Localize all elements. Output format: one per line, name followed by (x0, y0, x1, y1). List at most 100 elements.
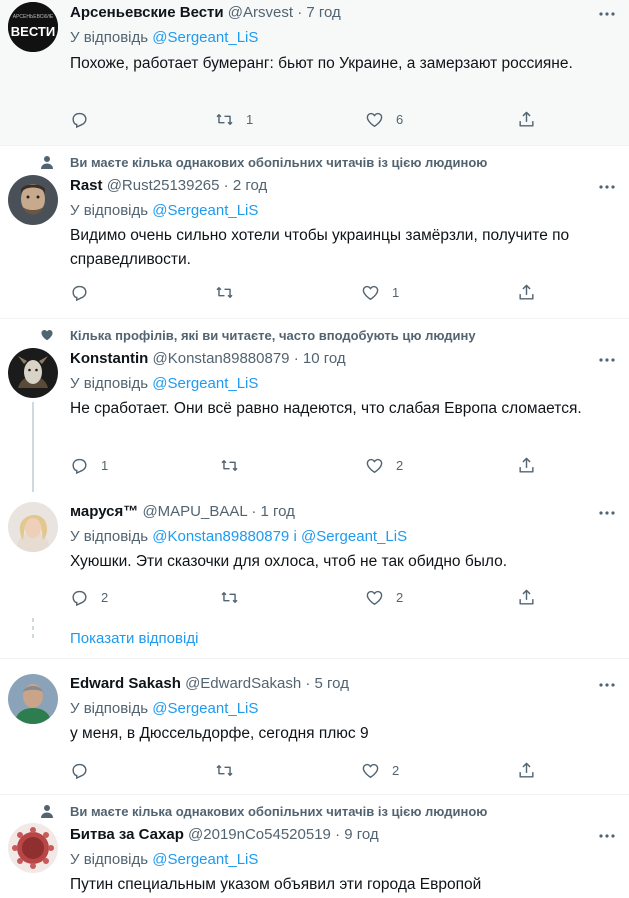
user-handle[interactable]: @MAPU_BAAL (142, 503, 247, 520)
avatar[interactable] (8, 823, 58, 873)
reply-button[interactable] (70, 281, 101, 303)
user-handle[interactable]: @2019nCo54520519 (188, 826, 331, 843)
tweet-header: Edward Sakash @EdwardSakash · 5 год (70, 674, 349, 694)
more-icon[interactable] (597, 4, 617, 24)
like-count: 1 (392, 284, 400, 300)
timestamp[interactable]: 10 год (303, 350, 346, 367)
reply-mention[interactable]: @Sergeant_LiS (152, 29, 258, 46)
tweet[interactable]: АРСЕНЬЕВСКИЕ ВЕСТИ Арсеньевские Вести @A… (0, 0, 629, 145)
avatar[interactable] (8, 348, 58, 398)
timestamp[interactable]: 7 год (306, 4, 340, 21)
avatar[interactable] (8, 502, 58, 552)
share-button[interactable] (517, 759, 536, 781)
more-icon[interactable] (597, 503, 617, 523)
avatar[interactable]: АРСЕНЬЕВСКИЕ ВЕСТИ (8, 2, 58, 52)
display-name[interactable]: Rast (70, 177, 103, 194)
display-name[interactable]: Edward Sakash (70, 675, 181, 692)
reply-button[interactable] (70, 108, 101, 130)
person-icon (41, 805, 53, 818)
share-button[interactable] (517, 586, 536, 608)
reply-prefix: У відповідь (70, 375, 149, 392)
reply-mention[interactable]: @Konstan89880879 (152, 528, 289, 545)
share-button[interactable] (517, 281, 536, 303)
reply-mention[interactable]: @Sergeant_LiS (152, 851, 258, 868)
like-button[interactable]: 2 (361, 759, 399, 781)
retweet-button[interactable] (215, 281, 246, 303)
tweet[interactable]: маруся™ @MAPU_BAAL · 1 год У відповідь @… (0, 492, 629, 647)
more-icon[interactable] (597, 350, 617, 370)
retweet-icon (216, 286, 233, 298)
share-icon (519, 762, 534, 778)
action-bar: 2 2 (70, 586, 550, 608)
retweet-count: 1 (246, 111, 254, 127)
show-replies-link[interactable]: Показати відповіді (70, 630, 198, 647)
more-icon[interactable] (597, 826, 617, 846)
reply-prefix: У відповідь (70, 851, 149, 868)
user-handle[interactable]: @Konstan89880879 (153, 350, 290, 367)
tweet-text: Видимо очень сильно хотели чтобы украинц… (70, 227, 570, 268)
more-icon[interactable] (597, 177, 617, 197)
reply-count: 2 (101, 589, 109, 605)
reply-context: У відповідь @Sergeant_LiS (70, 699, 258, 719)
more-icon[interactable] (597, 675, 617, 695)
timestamp[interactable]: 9 год (344, 826, 378, 843)
separator-dot: · (305, 675, 311, 692)
reply-icon (72, 458, 87, 474)
share-button[interactable] (517, 108, 536, 130)
tweet-text: у меня, в Дюссельдорфе, сегодня плюс 9 (70, 725, 369, 742)
like-button[interactable]: 2 (365, 454, 403, 476)
reply-button[interactable]: 1 (70, 454, 108, 476)
reply-context: У відповідь @Konstan89880879 і @Sergeant… (70, 527, 407, 547)
reply-button[interactable]: 2 (70, 586, 108, 608)
avatar-small-text: АРСЕНЬЕВСКИЕ (13, 14, 54, 20)
like-count: 2 (396, 589, 404, 605)
tweet[interactable]: Ви маєте кілька однакових обопільних чит… (0, 146, 629, 318)
display-name[interactable]: Konstantin (70, 350, 148, 367)
like-count: 2 (396, 457, 404, 473)
avatar[interactable] (8, 674, 58, 724)
retweet-icon (221, 591, 238, 603)
user-handle[interactable]: @EdwardSakash (185, 675, 301, 692)
reply-context: У відповідь @Sergeant_LiS (70, 201, 258, 221)
reply-mention[interactable]: @Sergeant_LiS (152, 375, 258, 392)
reply-icon (72, 590, 87, 606)
tweet[interactable]: Кілька профілів, які ви читаєте, часто в… (0, 319, 629, 492)
timestamp[interactable]: 1 год (261, 503, 295, 520)
display-name[interactable]: Арсеньевские Вести (70, 4, 224, 21)
action-bar: 1 6 (70, 108, 550, 130)
heart-icon (366, 458, 383, 473)
tweet[interactable]: Ви маєте кілька однакових обопільних чит… (0, 795, 629, 898)
action-bar: 1 (70, 281, 550, 303)
user-handle[interactable]: @Rust25139265 (107, 177, 220, 194)
tweet-header: Rast @Rust25139265 · 2 год (70, 176, 267, 196)
timestamp[interactable]: 2 год (233, 177, 267, 194)
like-button[interactable]: 6 (365, 108, 403, 130)
reply-mention[interactable]: @Sergeant_LiS (152, 700, 258, 717)
display-name[interactable]: Битва за Сахар (70, 826, 184, 843)
like-button[interactable]: 2 (365, 586, 403, 608)
retweet-button[interactable] (215, 759, 246, 781)
timestamp[interactable]: 5 год (315, 675, 349, 692)
reply-icon (72, 285, 87, 301)
tweet[interactable]: Edward Sakash @EdwardSakash · 5 год У ві… (0, 659, 629, 794)
display-name[interactable]: маруся™ (70, 503, 138, 520)
tweet-header: маруся™ @MAPU_BAAL · 1 год (70, 502, 295, 522)
reply-mention-2[interactable]: @Sergeant_LiS (301, 528, 407, 545)
like-button[interactable]: 1 (361, 281, 399, 303)
retweet-button[interactable]: 1 (215, 108, 253, 130)
reply-mention[interactable]: @Sergeant_LiS (152, 202, 258, 219)
social-context: Ви маєте кілька однакових обопільних чит… (70, 155, 488, 170)
retweet-button[interactable] (220, 454, 251, 476)
separator-dot: · (293, 350, 299, 367)
reply-count: 1 (101, 457, 109, 473)
retweet-button[interactable] (220, 586, 251, 608)
reply-prefix: У відповідь (70, 528, 149, 545)
reply-context: У відповідь @Sergeant_LiS (70, 850, 258, 870)
share-button[interactable] (517, 454, 536, 476)
reply-button[interactable] (70, 759, 101, 781)
action-bar: 2 (70, 759, 550, 781)
tweet-text: Не сработает. Они всё равно надеются, чт… (70, 400, 582, 417)
tweet-header: Konstantin @Konstan89880879 · 10 год (70, 349, 346, 369)
user-handle[interactable]: @Arsvest (228, 4, 293, 21)
avatar[interactable] (8, 175, 58, 225)
